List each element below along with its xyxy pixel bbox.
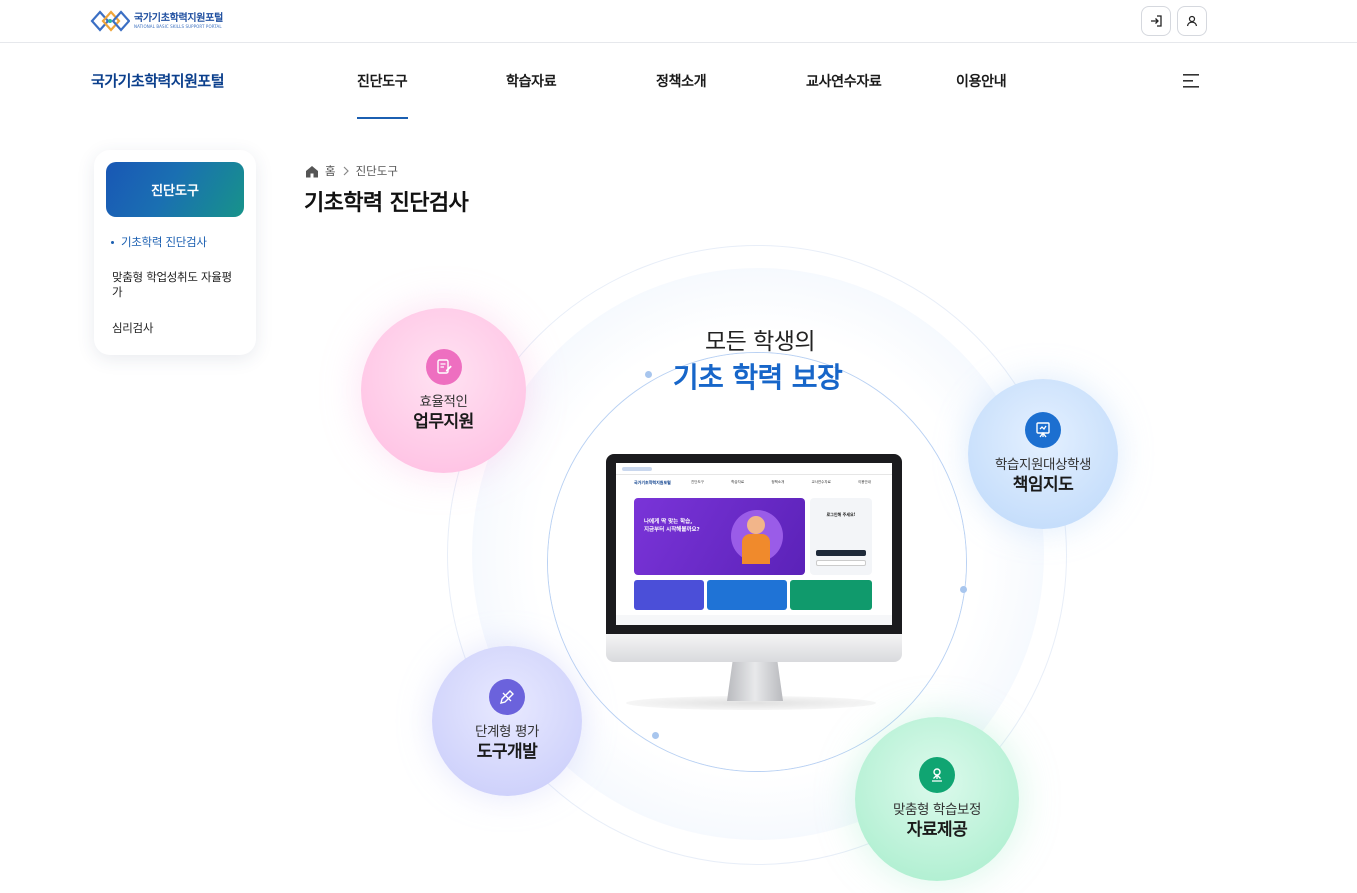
nav-item-guide[interactable]: 이용안내 [956, 71, 1007, 91]
mockup-character [747, 516, 765, 534]
feature-bubble-tool-development: 단계형 평가 도구개발 [432, 646, 582, 796]
logo-mark-icon [90, 10, 130, 32]
nav-item-teacher-training[interactable]: 교사연수자료 [806, 71, 882, 91]
monitor-mockup: 국가기초학력지원포털 진단도구 학습자료 정책소개 교사연수자료 이용안내 나에… [606, 454, 902, 662]
sidebar: 진단도구 기초학력 진단검사 맞춤형 학업성취도 자율평가 심리검사 [94, 150, 256, 355]
user-icon [1186, 15, 1198, 27]
monitor-chin [606, 634, 902, 662]
hamburger-menu-icon[interactable] [1183, 74, 1201, 88]
mockup-logo [622, 467, 652, 471]
mockup-menu: 진단도구 학습자료 정책소개 교사연수자료 이용안내 [691, 480, 871, 484]
breadcrumb: 홈 진단도구 [305, 163, 398, 179]
orbit-dot [960, 586, 967, 593]
sidebar-heading: 진단도구 [106, 162, 244, 217]
breadcrumb-home[interactable]: 홈 [325, 163, 336, 179]
hero-headline-line2: 기초 학력 보장 [672, 361, 843, 394]
top-utility-bar: 국가기초학력지원포털 NATIONAL BASIC SKILLS SUPPORT… [0, 0, 1357, 43]
breadcrumb-current: 진단도구 [355, 164, 398, 178]
site-logo[interactable]: 국가기초학력지원포털 NATIONAL BASIC SKILLS SUPPORT… [90, 8, 223, 34]
feature-bubble-responsible-guidance: 학습지원대상학생 책임지도 [968, 379, 1118, 529]
logo-text-korean: 국가기초학력지원포털 [134, 12, 224, 24]
nav-item-policy[interactable]: 정책소개 [656, 71, 707, 91]
sidebar-item-achievement-assessment[interactable]: 맞춤형 학업성취도 자율평가 [112, 270, 242, 300]
chevron-right-icon [343, 166, 349, 176]
document-edit-icon [425, 348, 462, 385]
mockup-card-1 [634, 580, 704, 610]
location-pin-icon [919, 757, 955, 793]
page-title: 기초학력 진단검사 [304, 191, 469, 216]
orbit-dot [652, 732, 659, 739]
mockup-banner: 나에게 딱 맞는 학습, 지금부터 시작해볼까요? [634, 498, 805, 575]
sidebar-item-psych-test[interactable]: 심리검사 [112, 321, 242, 336]
mockup-site-title: 국가기초학력지원포털 [634, 480, 671, 485]
logo-text-english: NATIONAL BASIC SKILLS SUPPORT PORTAL [134, 23, 222, 29]
site-title[interactable]: 국가기초학력지원포털 [91, 70, 225, 91]
mockup-banner-text: 나에게 딱 맞는 학습, 지금부터 시작해볼까요? [644, 519, 700, 533]
home-icon[interactable] [305, 165, 319, 178]
login-button[interactable] [1141, 6, 1171, 36]
sidebar-active-dot [111, 241, 114, 244]
pencil-ruler-icon [489, 679, 525, 715]
presentation-board-icon [1025, 412, 1061, 448]
login-icon [1151, 15, 1162, 27]
hero-headline-line1: 모든 학생의 [704, 329, 816, 355]
user-button[interactable] [1177, 6, 1207, 36]
nav-item-diagnosis-tools[interactable]: 진단도구 [357, 71, 408, 91]
mockup-card-3 [790, 580, 872, 610]
sidebar-item-basic-diagnosis[interactable]: 기초학력 진단검사 [121, 235, 251, 250]
monitor-stand [727, 661, 783, 701]
feature-bubble-work-support: 효율적인 업무지원 [361, 308, 526, 473]
mockup-login-box: 로그인해 주세요! [810, 498, 872, 575]
monitor-screen: 국가기초학력지원포털 진단도구 학습자료 정책소개 교사연수자료 이용안내 나에… [616, 463, 892, 625]
feature-bubble-material-provision: 맞춤형 학습보정 자료제공 [855, 717, 1019, 881]
nav-item-learning-materials[interactable]: 학습자료 [506, 71, 557, 91]
mockup-card-2 [707, 580, 787, 610]
nav-active-indicator [357, 117, 408, 119]
